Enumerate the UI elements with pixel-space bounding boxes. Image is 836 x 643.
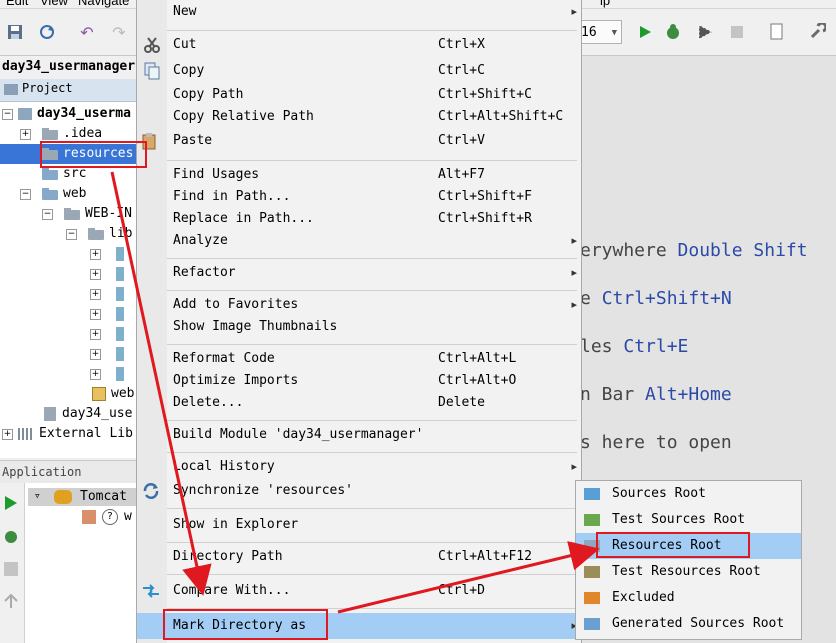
annotation-arrows (110, 171, 600, 614)
arrow-to-mark-directory (110, 171, 212, 596)
arrow-to-resources-root (337, 541, 600, 614)
